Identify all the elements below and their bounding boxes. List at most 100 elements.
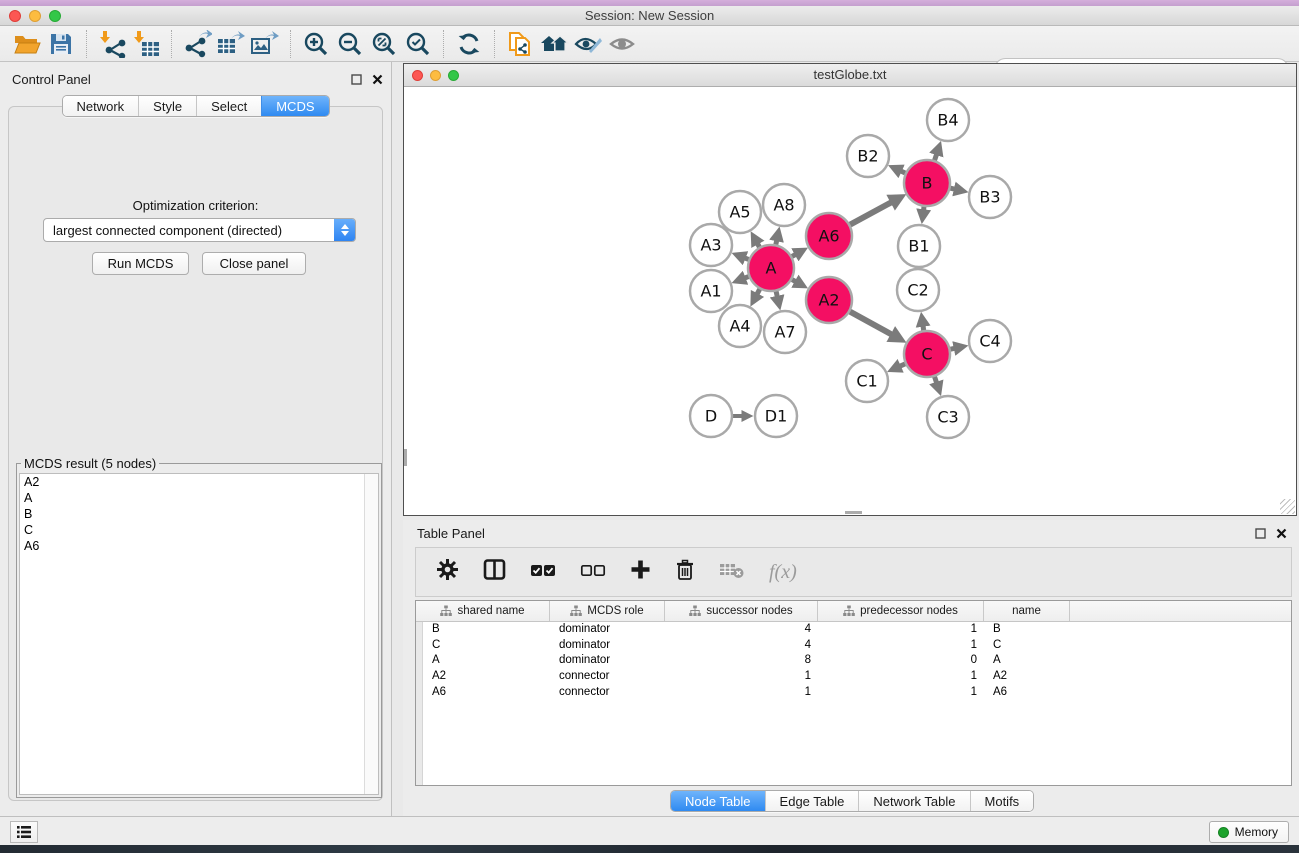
network-canvas[interactable]: B4B2BB3A8A5A6A3B1AA1C2A2A4A7C4CC1C3DD1 [404, 87, 1296, 515]
delete-column-icon[interactable] [675, 559, 695, 586]
graph-node-C[interactable]: C [904, 331, 950, 377]
edge-C-C2[interactable] [922, 318, 924, 331]
graph-node-A4[interactable]: A4 [719, 305, 761, 347]
export-network-icon[interactable] [180, 29, 214, 59]
edge-B-B1[interactable] [923, 207, 924, 218]
column-header-shared-name[interactable]: shared name [416, 601, 550, 621]
edge-A-A6[interactable] [792, 250, 803, 256]
edge-C-C1[interactable] [893, 364, 906, 370]
float-panel-icon[interactable] [1255, 526, 1266, 544]
graph-node-A8[interactable]: A8 [763, 184, 805, 226]
column-header-successor-nodes[interactable]: successor nodes [665, 601, 818, 621]
hide-annotations-icon[interactable] [571, 29, 605, 59]
graph-node-B4[interactable]: B4 [927, 99, 969, 141]
add-column-icon[interactable] [630, 559, 651, 585]
edge-A-A1[interactable] [737, 277, 748, 281]
show-eye-icon[interactable] [605, 29, 639, 59]
mcds-result-item[interactable]: C [20, 522, 378, 538]
edge-A-A7[interactable] [776, 291, 779, 304]
graph-node-A6[interactable]: A6 [806, 213, 852, 259]
minimize-window-button[interactable] [29, 10, 41, 22]
graph-node-B2[interactable]: B2 [847, 135, 889, 177]
save-session-icon[interactable] [44, 29, 78, 59]
tab-network[interactable]: Network [62, 96, 138, 116]
zoom-out-icon[interactable] [333, 29, 367, 59]
edge-C-C3[interactable] [935, 377, 940, 391]
edge-A-A3[interactable] [737, 255, 748, 259]
graph-node-C4[interactable]: C4 [969, 320, 1011, 362]
graph-node-D1[interactable]: D1 [755, 395, 797, 437]
export-table-icon[interactable] [214, 29, 248, 59]
zoom-window-button[interactable] [49, 10, 61, 22]
tab-mcds[interactable]: MCDS [261, 96, 328, 116]
export-image-icon[interactable] [248, 29, 282, 59]
open-session-icon[interactable] [10, 29, 44, 59]
table-row[interactable]: A6connector11A6 [423, 685, 1291, 701]
close-network-button[interactable] [412, 70, 423, 81]
network-window-titlebar[interactable]: testGlobe.txt [404, 64, 1296, 87]
column-header-predecessor-nodes[interactable]: predecessor nodes [818, 601, 984, 621]
tab-motifs[interactable]: Motifs [970, 791, 1034, 811]
scrollbar-track[interactable] [364, 474, 378, 794]
graph-node-D[interactable]: D [690, 395, 732, 437]
memory-button[interactable]: Memory [1209, 821, 1289, 843]
edge-B-B4[interactable] [935, 147, 940, 161]
mcds-result-item[interactable]: B [20, 506, 378, 522]
tab-style[interactable]: Style [138, 96, 196, 116]
edge-A-A4[interactable] [753, 289, 759, 301]
home-layout-icon[interactable] [537, 29, 571, 59]
close-panel-icon[interactable] [372, 72, 383, 90]
tab-select[interactable]: Select [196, 96, 261, 116]
float-panel-icon[interactable] [351, 72, 362, 90]
v-scroll-indicator[interactable] [404, 449, 407, 466]
edge-A-A8[interactable] [776, 232, 778, 244]
edge-A-A2[interactable] [792, 280, 803, 286]
graph-node-A5[interactable]: A5 [719, 191, 761, 233]
show-columns-icon[interactable] [483, 558, 506, 586]
select-all-icon[interactable] [530, 563, 556, 582]
criterion-dropdown[interactable]: largest connected component (directed) [43, 218, 356, 242]
zoom-fit-icon[interactable] [367, 29, 401, 59]
copy-network-icon[interactable] [503, 29, 537, 59]
mcds-result-item[interactable]: A2 [20, 474, 378, 490]
h-scroll-indicator[interactable] [845, 511, 862, 514]
refresh-icon[interactable] [452, 29, 486, 59]
column-header-mcds-role[interactable]: MCDS role [550, 601, 665, 621]
table-row[interactable]: Cdominator41C [423, 638, 1291, 654]
edge-C-C4[interactable] [951, 347, 963, 349]
table-row[interactable]: A2connector11A2 [423, 669, 1291, 685]
import-network-icon[interactable] [95, 29, 129, 59]
tab-edge-table[interactable]: Edge Table [765, 791, 859, 811]
zoom-selected-icon[interactable] [401, 29, 435, 59]
import-table-icon[interactable] [129, 29, 163, 59]
graph-node-C3[interactable]: C3 [927, 396, 969, 438]
graph-node-A1[interactable]: A1 [690, 270, 732, 312]
table-row[interactable]: Adominator80A [423, 653, 1291, 669]
resize-grip[interactable] [1280, 499, 1295, 514]
edge-B-B2[interactable] [893, 168, 905, 173]
graph-node-B1[interactable]: B1 [898, 225, 940, 267]
tab-network-table[interactable]: Network Table [858, 791, 969, 811]
task-history-button[interactable] [10, 821, 38, 843]
graph-node-A7[interactable]: A7 [764, 311, 806, 353]
run-mcds-button[interactable]: Run MCDS [92, 252, 189, 275]
graph-node-C1[interactable]: C1 [846, 360, 888, 402]
edge-A2-C[interactable] [850, 312, 900, 340]
delete-table-icon[interactable] [719, 560, 745, 585]
deselect-all-icon[interactable] [580, 563, 606, 582]
close-window-button[interactable] [9, 10, 21, 22]
edge-A6-B[interactable] [850, 198, 900, 225]
mcds-result-list[interactable]: A2ABCA6 [19, 473, 379, 795]
graph-node-B[interactable]: B [904, 160, 950, 206]
graph-node-A2[interactable]: A2 [806, 277, 852, 323]
table-row[interactable]: Bdominator41B [423, 622, 1291, 638]
zoom-in-icon[interactable] [299, 29, 333, 59]
edge-A-A5[interactable] [754, 236, 760, 247]
graph-node-A[interactable]: A [748, 245, 794, 291]
edge-B-B3[interactable] [950, 188, 962, 191]
close-panel-button[interactable]: Close panel [202, 252, 306, 275]
function-builder-icon[interactable]: f(x) [769, 561, 797, 584]
minimize-network-button[interactable] [430, 70, 441, 81]
graph-node-C2[interactable]: C2 [897, 269, 939, 311]
close-panel-icon[interactable] [1276, 526, 1287, 544]
